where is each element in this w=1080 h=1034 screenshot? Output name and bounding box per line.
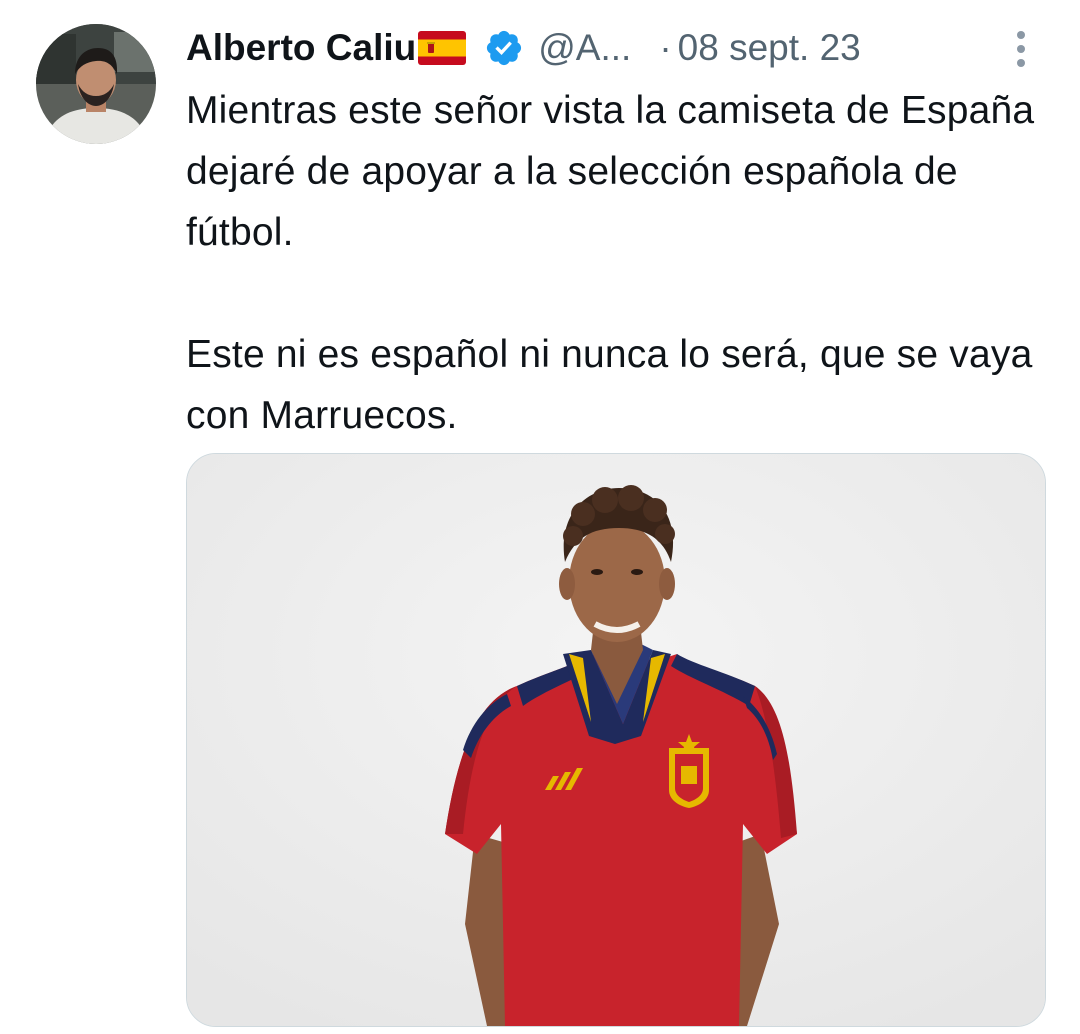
verified-badge-icon[interactable] <box>484 28 524 68</box>
tweet-text-paragraph: Este ni es español ni nunca lo será, que… <box>186 333 1033 437</box>
tweet-header: Alberto Caliu @A... · 08 sept. 23 <box>186 22 1036 74</box>
tweet-text: Mientras este señor vista la camiseta de… <box>186 80 1046 446</box>
tweet-media-image[interactable] <box>186 453 1046 1027</box>
tweet-card[interactable]: Alberto Caliu @A... · 08 sept. 23 Mientr… <box>0 0 1080 1034</box>
author-handle[interactable]: @A... <box>538 27 631 69</box>
header-separator: · <box>659 27 672 68</box>
player-photo-icon <box>187 454 1045 1026</box>
author-display-name[interactable]: Alberto Caliu <box>186 27 416 69</box>
spain-flag-icon <box>418 31 467 65</box>
avatar-photo-icon <box>36 24 156 144</box>
author-avatar[interactable] <box>36 24 156 144</box>
tweet-text-paragraph: Mientras este señor vista la camiseta de… <box>186 89 1035 254</box>
tweet-timestamp[interactable]: 08 sept. 23 <box>678 27 861 69</box>
more-options-icon[interactable] <box>1008 28 1034 70</box>
